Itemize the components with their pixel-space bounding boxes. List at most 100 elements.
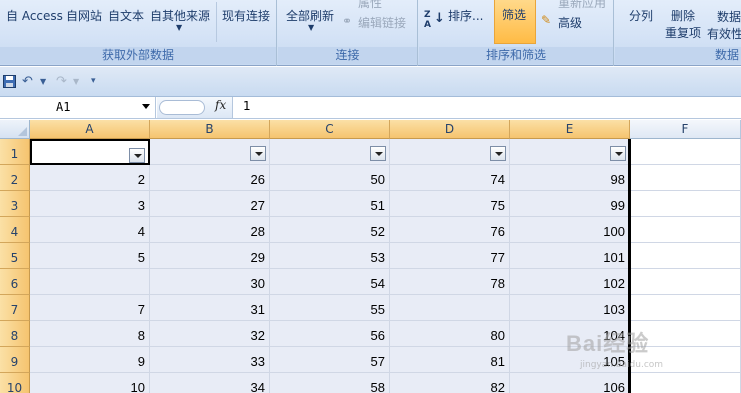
cell-e3[interactable]: 99 <box>510 191 630 217</box>
cell-a3[interactable]: 3 <box>30 191 150 217</box>
from-text-button[interactable]: 自文本 <box>108 7 144 24</box>
customize-toolbar-icon[interactable]: ▾ <box>91 76 96 86</box>
sort-za-icon[interactable]: Z A ↓ <box>424 10 445 36</box>
cell-e4[interactable]: 100 <box>510 217 630 243</box>
advanced-button[interactable]: 高级 <box>558 14 582 31</box>
cell-b5[interactable]: 29 <box>150 243 270 269</box>
cell-d3[interactable]: 75 <box>390 191 510 217</box>
cell-a7[interactable]: 7 <box>30 295 150 321</box>
cell-e10[interactable]: 106 <box>510 373 630 393</box>
cell-f6[interactable] <box>630 269 741 295</box>
data-validation-line1[interactable]: 数据 <box>717 8 741 25</box>
row-header[interactable]: 5 <box>0 243 30 269</box>
filter-dropdown-button[interactable] <box>129 148 145 163</box>
row-header[interactable]: 6 <box>0 269 30 295</box>
cell-a4[interactable]: 4 <box>30 217 150 243</box>
cell-d2[interactable]: 74 <box>390 165 510 191</box>
cell-e7[interactable]: 103 <box>510 295 630 321</box>
cell-e5[interactable]: 101 <box>510 243 630 269</box>
cell-e6[interactable]: 102 <box>510 269 630 295</box>
properties-button[interactable]: 属性 <box>358 0 382 11</box>
edit-links-button[interactable]: 编辑链接 <box>358 14 406 31</box>
cell-c6[interactable]: 54 <box>270 269 390 295</box>
column-header-f[interactable]: F <box>630 120 741 139</box>
cell-d1[interactable] <box>390 139 510 165</box>
row-header[interactable]: 8 <box>0 321 30 347</box>
cell-f3[interactable] <box>630 191 741 217</box>
row-header[interactable]: 4 <box>0 217 30 243</box>
chevron-down-icon[interactable] <box>142 104 150 109</box>
cell-b1[interactable] <box>150 139 270 165</box>
cell-f2[interactable] <box>630 165 741 191</box>
cell-c4[interactable]: 52 <box>270 217 390 243</box>
sort-button[interactable]: 排序... <box>448 7 483 24</box>
select-all-button[interactable] <box>0 120 30 139</box>
cell-a10[interactable]: 10 <box>30 373 150 393</box>
row-header[interactable]: 7 <box>0 295 30 321</box>
cell-b3[interactable]: 27 <box>150 191 270 217</box>
filter-dropdown-button[interactable] <box>250 146 266 161</box>
cell-f5[interactable] <box>630 243 741 269</box>
cell-c3[interactable]: 51 <box>270 191 390 217</box>
from-other-sources-button[interactable]: 自其他来源 <box>150 7 210 24</box>
filter-button[interactable]: 筛选 <box>494 0 536 44</box>
cell-a2[interactable]: 2 <box>30 165 150 191</box>
cell-a6[interactable] <box>30 269 150 295</box>
row-header[interactable]: 9 <box>0 347 30 373</box>
row-header[interactable]: 2 <box>0 165 30 191</box>
cell-f10[interactable] <box>630 373 741 393</box>
from-web-button[interactable]: 自网站 <box>66 7 102 24</box>
cell-f7[interactable] <box>630 295 741 321</box>
cell-d8[interactable]: 80 <box>390 321 510 347</box>
cell-c9[interactable]: 57 <box>270 347 390 373</box>
cell-a1[interactable] <box>30 139 150 165</box>
column-header-e[interactable]: E <box>510 120 630 139</box>
cell-c7[interactable]: 55 <box>270 295 390 321</box>
cell-f4[interactable] <box>630 217 741 243</box>
row-header[interactable]: 1 <box>0 139 30 165</box>
name-box[interactable]: A1 <box>0 97 156 118</box>
save-icon[interactable] <box>3 75 16 92</box>
cell-c8[interactable]: 56 <box>270 321 390 347</box>
cell-d7[interactable] <box>390 295 510 321</box>
redo-icon[interactable]: ↷ <box>56 74 67 89</box>
cell-d9[interactable]: 81 <box>390 347 510 373</box>
cell-b8[interactable]: 32 <box>150 321 270 347</box>
filter-dropdown-button[interactable] <box>370 146 386 161</box>
column-header-b[interactable]: B <box>150 120 270 139</box>
cell-a9[interactable]: 9 <box>30 347 150 373</box>
cell-c10[interactable]: 58 <box>270 373 390 393</box>
existing-connections-button[interactable]: 现有连接 <box>222 7 270 24</box>
cell-c5[interactable]: 53 <box>270 243 390 269</box>
remove-duplicates-line2[interactable]: 重复项 <box>665 24 701 41</box>
cell-b10[interactable]: 34 <box>150 373 270 393</box>
chevron-down-icon[interactable]: ▼ <box>73 77 79 86</box>
row-header[interactable]: 10 <box>0 373 30 393</box>
cell-e1[interactable] <box>510 139 630 165</box>
data-validation-line2[interactable]: 有效性 <box>707 25 741 42</box>
chevron-down-icon[interactable]: ▼ <box>40 77 46 86</box>
cell-d6[interactable]: 78 <box>390 269 510 295</box>
from-access-button[interactable]: 自 Access <box>6 7 63 24</box>
column-header-c[interactable]: C <box>270 120 390 139</box>
cell-c2[interactable]: 50 <box>270 165 390 191</box>
reapply-button[interactable]: 重新应用 <box>558 0 606 11</box>
cell-b9[interactable]: 33 <box>150 347 270 373</box>
column-header-d[interactable]: D <box>390 120 510 139</box>
cell-c1[interactable] <box>270 139 390 165</box>
cell-b2[interactable]: 26 <box>150 165 270 191</box>
filter-dropdown-button[interactable] <box>490 146 506 161</box>
cell-b7[interactable]: 31 <box>150 295 270 321</box>
text-to-columns-button[interactable]: 分列 <box>629 7 653 24</box>
cell-b6[interactable]: 30 <box>150 269 270 295</box>
undo-icon[interactable]: ↶ <box>22 74 33 89</box>
cell-d4[interactable]: 76 <box>390 217 510 243</box>
refresh-all-button[interactable]: 全部刷新 <box>286 7 334 24</box>
column-header-a[interactable]: A <box>30 120 150 139</box>
filter-dropdown-button[interactable] <box>610 146 626 161</box>
cell-f1[interactable] <box>630 139 741 165</box>
insert-function-button[interactable]: fx <box>215 98 226 112</box>
cell-d10[interactable]: 82 <box>390 373 510 393</box>
formula-input[interactable]: 1 <box>243 99 251 113</box>
remove-duplicates-line1[interactable]: 删除 <box>671 7 695 24</box>
